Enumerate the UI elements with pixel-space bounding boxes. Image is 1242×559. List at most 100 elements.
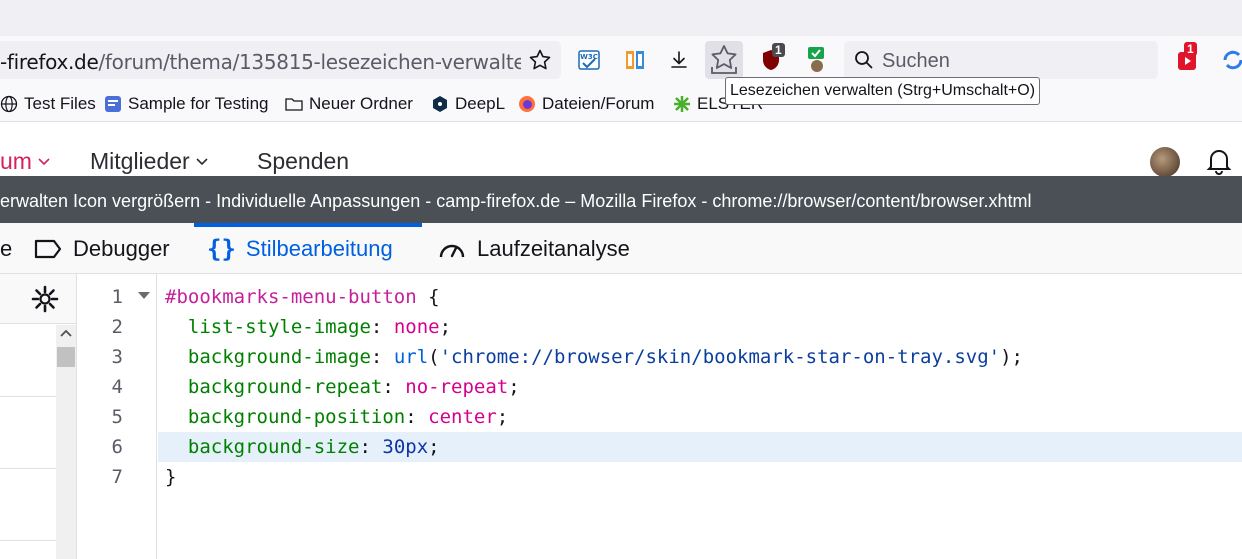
ublock-icon[interactable]: 1: [752, 41, 790, 79]
css-value: no-repeat: [405, 376, 509, 398]
code-line: background-position: center;: [187, 406, 509, 428]
bookmark-label: Test Files: [24, 94, 96, 113]
devtools-tab-bar: e Debugger {} Stilbearbeitung Laufzeitan…: [0, 223, 1242, 274]
devtools-window-title: erwalten Icon vergrößern - Individuelle …: [0, 176, 1242, 223]
tab-label: Stilbearbeitung: [245, 235, 393, 261]
url-path: /forum/thema/135815-lesezeichen-verwalte…: [98, 50, 521, 74]
performance-gauge-icon: [439, 244, 465, 257]
bookmark-sample-for-testing[interactable]: Sample for Testing: [104, 92, 268, 116]
code-line: }: [165, 462, 176, 492]
chevron-down-icon: [38, 157, 50, 165]
tab-label: Laufzeitanalyse: [477, 235, 630, 261]
scrollbar-thumb[interactable]: [57, 347, 75, 367]
avatar[interactable]: [1150, 147, 1180, 177]
bookmarks-toolbar: Test Files Sample for Testing Neuer Ordn…: [0, 84, 1242, 122]
css-number: 30px: [382, 436, 429, 458]
line-number-gutter: 1 2 3 4 5 6 7: [77, 274, 157, 559]
line-number: 5: [111, 406, 123, 428]
bookmark-test-files[interactable]: Test Files: [0, 92, 96, 116]
list-item-divider: [0, 468, 56, 469]
sidebar-scrollbar[interactable]: [56, 325, 76, 559]
globe-icon: [0, 95, 18, 113]
css-value: center: [428, 406, 497, 428]
search-icon: [855, 51, 873, 69]
sidebar-toolbar: [0, 274, 76, 324]
elster-icon: [673, 95, 691, 113]
css-property: background-size: [187, 436, 360, 458]
bell-icon[interactable]: [1204, 146, 1234, 176]
tab-label: e: [0, 235, 13, 261]
fold-arrow-icon[interactable]: [138, 292, 150, 299]
css-string: 'chrome://browser/skin/bookmark-star-on-…: [439, 346, 1001, 368]
css-property: background-position: [187, 406, 406, 428]
debugger-icon: [34, 239, 62, 258]
nav-item-members[interactable]: Mitglieder: [90, 148, 208, 175]
url-domain: -firefox.de: [0, 50, 99, 74]
w3c-validator-icon[interactable]: W3C: [570, 41, 608, 79]
ublock-badge: 1: [772, 43, 785, 57]
css-editor[interactable]: 1 2 3 4 5 6 7 #bookmarks-menu-button { l…: [77, 274, 1242, 559]
folder-icon: [285, 95, 303, 113]
downloads-icon[interactable]: [660, 41, 698, 79]
line-number: 2: [111, 316, 123, 338]
css-property: list-style-image: [187, 316, 371, 338]
tab-label: Debugger: [73, 235, 170, 261]
bookmark-dateien-forum[interactable]: Dateien/Forum: [518, 92, 654, 116]
line-number: 1: [111, 286, 123, 308]
url-text[interactable]: -firefox.de/forum/thema/135815-lesezeich…: [0, 50, 521, 74]
nav-item-donate[interactable]: Spenden: [257, 148, 349, 175]
tab-style-editor[interactable]: {} Stilbearbeitung: [207, 223, 393, 274]
code-line: background-image: url('chrome://browser/…: [187, 346, 1023, 368]
css-property: background-repeat: [187, 376, 383, 398]
tab-debugger[interactable]: Debugger: [33, 223, 170, 274]
firefox-icon: [518, 95, 536, 113]
bookmark-label: Dateien/Forum: [542, 94, 655, 113]
line-number: 4: [111, 376, 123, 398]
bookmark-label: Sample for Testing: [128, 94, 269, 113]
bookmark-label: DeepL: [455, 94, 506, 113]
nav-item-label: Spenden: [257, 148, 350, 174]
code-line: background-repeat: no-repeat;: [187, 376, 520, 398]
css-property: background-image: [187, 346, 371, 368]
extension-check-icon[interactable]: [798, 41, 836, 79]
sync-icon[interactable]: [1214, 41, 1242, 79]
url-bar[interactable]: -firefox.de/forum/thema/135815-lesezeich…: [0, 41, 561, 79]
tab-performance[interactable]: Laufzeitanalyse: [437, 223, 630, 274]
bookmark-neuer-ordner[interactable]: Neuer Ordner: [285, 92, 413, 116]
bookmarks-button-tooltip: Lesezeichen verwalten (Strg+Umschalt+O): [725, 77, 1041, 105]
css-selector: #bookmarks-menu-button: [165, 286, 417, 308]
bookmark-star-icon[interactable]: [528, 48, 552, 72]
navigation-toolbar: -firefox.de/forum/thema/135815-lesezeich…: [0, 36, 1242, 84]
nav-item-label: um: [0, 148, 32, 174]
line-number: 3: [111, 346, 123, 368]
bookmarks-menu-button[interactable]: [705, 41, 743, 79]
gear-icon[interactable]: [31, 285, 59, 313]
line-number: 7: [111, 466, 123, 488]
list-item-divider: [0, 540, 56, 541]
bookmark-label: Neuer Ordner: [309, 94, 413, 113]
html-validator-icon[interactable]: [616, 41, 654, 79]
search-input[interactable]: Suchen: [882, 50, 950, 73]
close-brace: }: [165, 466, 177, 488]
code-line: background-size: 30px;: [187, 436, 440, 458]
nav-item-forum[interactable]: um: [0, 148, 50, 175]
tab-cut-off[interactable]: e: [0, 223, 12, 274]
bookmark-favicon-icon: [104, 95, 122, 113]
nav-item-label: Mitglieder: [90, 148, 190, 174]
page-navigation: um Mitglieder Spenden: [0, 122, 1242, 177]
stylesheet-sidebar: [0, 274, 77, 559]
bookmark-deepl[interactable]: DeepL: [431, 92, 505, 116]
open-brace: {: [416, 286, 440, 308]
code-line: #bookmarks-menu-button {: [165, 282, 440, 312]
youtube-extension-icon[interactable]: 1: [1168, 41, 1206, 79]
search-bar[interactable]: Suchen: [844, 41, 1158, 79]
code-line: list-style-image: none;: [187, 316, 452, 338]
line-number: 6: [111, 436, 123, 458]
scroll-up-arrow-icon[interactable]: [59, 328, 73, 338]
css-function: url: [393, 346, 429, 368]
deepl-icon: [431, 95, 449, 113]
youtube-badge: 1: [1184, 42, 1197, 56]
bookmark-star-on-tray-icon: [711, 45, 737, 74]
style-editor-icon: {}: [207, 234, 236, 263]
tab-strip: [0, 0, 1242, 36]
